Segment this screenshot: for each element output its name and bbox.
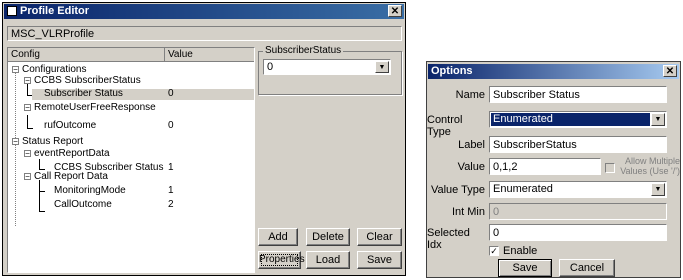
label-label: Label [458, 139, 485, 151]
save-button[interactable]: Save [357, 251, 402, 269]
int-min-input[interactable]: 0 [489, 203, 667, 220]
properties-button[interactable]: Properties [258, 251, 305, 269]
value-label: Value [457, 161, 485, 173]
tree-item-subscriber-status[interactable]: Subscriber Status [44, 88, 123, 99]
enable-checkbox[interactable]: ✓ [489, 246, 499, 256]
tree-item-status-report[interactable]: Status Report [22, 136, 83, 147]
tree-item-calloutcome[interactable]: CallOutcome [54, 199, 112, 210]
dialog-title: Options [431, 65, 473, 77]
chevron-down-icon[interactable]: ▼ [651, 113, 665, 126]
tree-line [39, 191, 45, 192]
tree-item-eventreportdata[interactable]: eventReportData [34, 148, 110, 159]
value-input[interactable]: 0,1,2 [489, 158, 601, 175]
options-dialog: Options ✕ Name Subscriber Status Control… [426, 61, 681, 278]
allow-multiple-label: Allow Multiple Values (Use '/') [620, 156, 680, 176]
window-title: Profile Editor [20, 5, 90, 17]
profile-name-field[interactable]: MSC_VLRProfile [7, 26, 402, 41]
app-icon [7, 6, 17, 16]
column-header-value[interactable]: Value [165, 48, 254, 62]
value-type-label: Value Type [430, 184, 485, 196]
collapse-icon[interactable]: − [12, 138, 19, 146]
close-icon[interactable]: ✕ [388, 5, 402, 17]
tree-line [15, 72, 16, 226]
tree-item-monitoringmode[interactable]: MonitoringMode [54, 185, 126, 196]
clear-button[interactable]: Clear [357, 228, 402, 246]
group-label: SubscriberStatus [263, 45, 344, 56]
tree-line [27, 128, 33, 129]
config-tree[interactable]: Config Value − Configurations − CCBS Sub… [7, 47, 255, 273]
tree-value-rufoutcome[interactable]: 0 [168, 120, 174, 131]
allow-multiple-checkbox[interactable] [605, 163, 615, 173]
column-header-config[interactable]: Config [8, 48, 165, 62]
tree-value-subscriber-status[interactable]: 0 [168, 88, 174, 99]
profile-name: MSC_VLRProfile [11, 28, 95, 40]
chevron-down-icon[interactable]: ▼ [375, 61, 389, 73]
subscriberstatus-select[interactable]: 0 ▼ [263, 59, 391, 75]
collapse-icon[interactable]: − [24, 150, 31, 158]
tree-line [39, 169, 45, 170]
chevron-down-icon[interactable]: ▼ [651, 183, 665, 196]
options-titlebar[interactable]: Options ✕ [428, 64, 679, 79]
tree-line [27, 115, 28, 128]
load-button[interactable]: Load [306, 251, 350, 269]
tree-line [39, 211, 45, 212]
enable-label: Enable [503, 245, 538, 257]
options-cancel-button[interactable]: Cancel [559, 259, 615, 277]
tree-item-rufoutcome[interactable]: rufOutcome [44, 120, 96, 131]
subscriberstatus-group: SubscriberStatus 0 ▼ [258, 45, 402, 95]
selected-idx-input[interactable]: 0 [489, 224, 667, 241]
tree-item-configurations[interactable]: Configurations [22, 64, 86, 75]
options-save-button[interactable]: Save [498, 259, 552, 277]
tree-line [39, 180, 40, 211]
control-type-select[interactable]: Enumerated ▼ [489, 111, 667, 128]
name-input[interactable]: Subscriber Status [489, 86, 667, 103]
collapse-icon[interactable]: − [12, 66, 19, 74]
close-icon[interactable]: ✕ [663, 65, 677, 77]
delete-button[interactable]: Delete [306, 228, 350, 246]
collapse-icon[interactable]: − [24, 77, 31, 85]
tree-value-monitoringmode[interactable]: 1 [168, 185, 174, 196]
profile-editor-titlebar[interactable]: Profile Editor ✕ [4, 4, 404, 19]
add-button[interactable]: Add [258, 228, 298, 246]
selected-idx-label: Selected Idx [427, 227, 470, 251]
name-label: Name [455, 89, 485, 101]
tree-value-ccbs-subscriber-status[interactable]: 1 [168, 162, 174, 173]
collapse-icon[interactable]: − [24, 104, 31, 112]
tree-item-call-report-data[interactable]: Call Report Data [34, 171, 108, 182]
collapse-icon[interactable]: − [24, 173, 31, 181]
tree-item-ccbs-subscriberstatus[interactable]: CCBS SubscriberStatus [34, 75, 141, 86]
value-type-select[interactable]: Enumerated ▼ [489, 181, 667, 198]
int-min-label: Int Min [451, 206, 485, 218]
tree-line [39, 159, 40, 169]
tree-value-calloutcome[interactable]: 2 [168, 199, 174, 210]
label-input[interactable]: SubscriberStatus [489, 136, 667, 153]
profile-editor-window: Profile Editor ✕ MSC_VLRProfile Config V… [2, 2, 406, 276]
control-type-label: Control Type [427, 114, 463, 138]
tree-item-remoteuserfreeresponse[interactable]: RemoteUserFreeResponse [34, 102, 156, 113]
